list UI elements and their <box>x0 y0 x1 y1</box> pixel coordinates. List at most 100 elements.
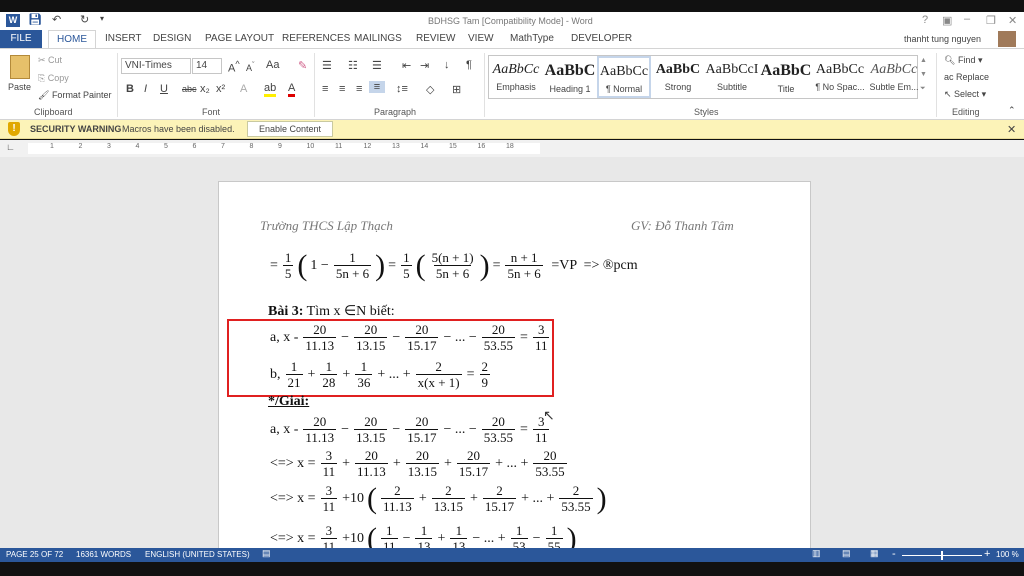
ribbon-display-icon[interactable]: ▣ <box>942 14 952 27</box>
bold-button[interactable]: B <box>126 83 134 95</box>
enable-content-button[interactable]: Enable Content <box>247 121 333 137</box>
document-page[interactable]: Trường THCS Lập Thạch GV: Đỗ Thanh Tâm =… <box>218 181 811 548</box>
numbering-icon[interactable]: ☷ <box>348 59 358 72</box>
style-title[interactable]: AaBbC Title <box>759 56 813 98</box>
paste-button[interactable]: Paste <box>8 82 31 92</box>
denominator: 11.13 <box>303 429 337 445</box>
web-layout-icon[interactable]: ▦ <box>870 548 879 559</box>
bullets-icon[interactable]: ☰ <box>322 59 332 72</box>
horizontal-ruler[interactable]: ∟ 1 2 3 4 5 6 7 8 9 10 11 12 13 14 15 16 18 <box>0 140 1024 157</box>
align-left-icon[interactable]: ≡ <box>322 83 328 95</box>
replace-button[interactable]: ac Replace <box>944 72 989 82</box>
close-icon[interactable]: ✕ <box>1008 14 1017 27</box>
user-name[interactable]: thanht tung nguyen <box>904 34 981 44</box>
style-no-spac[interactable]: AaBbCc ¶ No Spac... <box>813 56 867 98</box>
style-subtitle[interactable]: AaBbCcI Subtitle <box>705 56 759 98</box>
style-subtle-em[interactable]: AaBbCc Subtle Em... <box>867 56 921 98</box>
justify-icon[interactable]: ≡ <box>369 81 385 93</box>
decrease-indent-icon[interactable]: ⇤ <box>402 59 411 72</box>
borders-icon[interactable]: ⊞ <box>452 83 461 96</box>
shading-icon[interactable]: ◇ <box>426 83 434 96</box>
window-title: BDHSG Tam [Compatibility Mode] - Word <box>428 16 593 26</box>
tab-home[interactable]: HOME <box>48 30 96 48</box>
style-preview: AaBbCc <box>815 62 865 77</box>
multilevel-list-icon[interactable]: ☰ <box>372 59 382 72</box>
align-right-icon[interactable]: ≡ <box>356 83 362 95</box>
math-text: <=> x = <box>270 490 316 506</box>
copy-button[interactable]: ⎘ Copy <box>38 73 69 84</box>
font-size-select[interactable]: 14 <box>192 58 222 74</box>
numerator: 20 <box>364 414 378 429</box>
undo-icon[interactable]: ↶ <box>52 13 61 26</box>
line-spacing-icon[interactable]: ↕≡ <box>396 83 408 95</box>
page-count[interactable]: PAGE 25 OF 72 <box>6 550 63 559</box>
italic-button[interactable]: I <box>144 83 147 95</box>
user-avatar[interactable] <box>998 31 1016 47</box>
ruler-mark: 14 <box>420 143 429 150</box>
style-strong[interactable]: AaBbC Strong <box>651 56 705 98</box>
exercise-heading: Bài 3: Tìm x ∈N biết: <box>268 303 395 320</box>
print-layout-icon[interactable]: ▤ <box>842 548 851 559</box>
paste-icon[interactable] <box>10 55 30 79</box>
tab-view[interactable]: VIEW <box>460 30 502 48</box>
zoom-out-button[interactable]: - <box>892 548 896 560</box>
word-count[interactable]: 16361 WORDS <box>76 550 131 559</box>
highlight-box <box>227 319 554 397</box>
document-area[interactable]: Trường THCS Lập Thạch GV: Đỗ Thanh Tâm =… <box>0 157 1024 548</box>
shrink-font-icon[interactable]: Aˇ <box>246 60 255 73</box>
font-color-icon[interactable]: A <box>288 82 296 97</box>
tab-page-layout[interactable]: PAGE LAYOUT <box>197 30 282 48</box>
zoom-slider[interactable] <box>902 551 982 560</box>
superscript-button[interactable]: x² <box>216 83 225 95</box>
subscript-button[interactable]: x₂ <box>200 83 210 95</box>
close-warning-icon[interactable]: ✕ <box>1007 123 1016 136</box>
maximize-icon[interactable]: ❐ <box>986 14 996 27</box>
grow-font-icon[interactable]: A^ <box>228 59 240 75</box>
font-name-select[interactable]: VNI-Times <box>121 58 191 74</box>
tab-developer[interactable]: DEVELOPER <box>563 30 640 48</box>
tab-file[interactable]: FILE <box>0 30 42 48</box>
tab-design[interactable]: DESIGN <box>145 30 199 48</box>
help-icon[interactable]: ? <box>922 14 928 26</box>
show-marks-icon[interactable]: ¶ <box>466 59 472 71</box>
find-button[interactable]: 🔍︎ Find ▾ <box>944 55 982 66</box>
underline-button[interactable]: U <box>160 83 168 95</box>
zoom-level[interactable]: 100 % <box>996 550 1019 559</box>
collapse-ribbon-icon[interactable]: ⌃ <box>1008 105 1016 116</box>
redo-icon[interactable]: ↻ <box>80 13 89 26</box>
math-text: − ... + <box>472 530 506 546</box>
cut-button[interactable]: ✂ Cut <box>38 55 62 66</box>
gallery-scroll-down[interactable]: ▼ <box>920 71 927 78</box>
style-preview: AaBbC <box>544 62 596 79</box>
save-icon[interactable]: 💾︎ <box>28 13 42 26</box>
exercise-prompt: Tìm x ∈N biết: <box>303 304 395 319</box>
proofing-icon[interactable]: ▤ <box>262 548 271 559</box>
ruler-mark: 9 <box>278 143 282 150</box>
tab-insert[interactable]: INSERT <box>97 30 150 48</box>
style-normal[interactable]: AaBbCc ¶ Normal <box>597 56 651 98</box>
tab-mathtype[interactable]: MathType <box>502 30 562 48</box>
gallery-scroll-up[interactable]: ▲ <box>920 57 927 64</box>
tab-selector-icon[interactable]: ∟ <box>6 142 15 152</box>
language[interactable]: ENGLISH (UNITED STATES) <box>145 550 250 559</box>
highlight-color-icon[interactable]: ab <box>264 82 277 97</box>
customize-qat-icon[interactable]: ▾ <box>100 14 104 23</box>
style-heading-1[interactable]: AaBbC Heading 1 <box>543 56 597 98</box>
tab-mailings[interactable]: MAILINGS <box>346 30 410 48</box>
clear-format-icon[interactable]: ✎ <box>298 59 307 72</box>
increase-indent-icon[interactable]: ⇥ <box>420 59 429 72</box>
zoom-in-button[interactable]: + <box>984 548 990 560</box>
text-effects-icon[interactable]: A <box>240 83 247 95</box>
tab-review[interactable]: REVIEW <box>408 30 463 48</box>
align-center-icon[interactable]: ≡ <box>339 83 345 95</box>
gallery-more[interactable]: ⏷ <box>920 85 926 93</box>
format-painter-button[interactable]: 🖌︎ Format Painter <box>38 90 111 101</box>
sort-icon[interactable]: ↓ <box>444 59 450 71</box>
change-case-button[interactable]: Aa <box>266 59 279 71</box>
read-mode-icon[interactable]: ▥ <box>812 548 821 559</box>
minimize-icon[interactable]: – <box>964 13 970 25</box>
select-button[interactable]: ↖ Select ▾ <box>944 89 986 100</box>
strikethrough-button[interactable]: abc <box>182 84 197 94</box>
zoom-slider-thumb[interactable] <box>941 551 943 560</box>
style-emphasis[interactable]: AaBbCc Emphasis <box>489 56 543 98</box>
